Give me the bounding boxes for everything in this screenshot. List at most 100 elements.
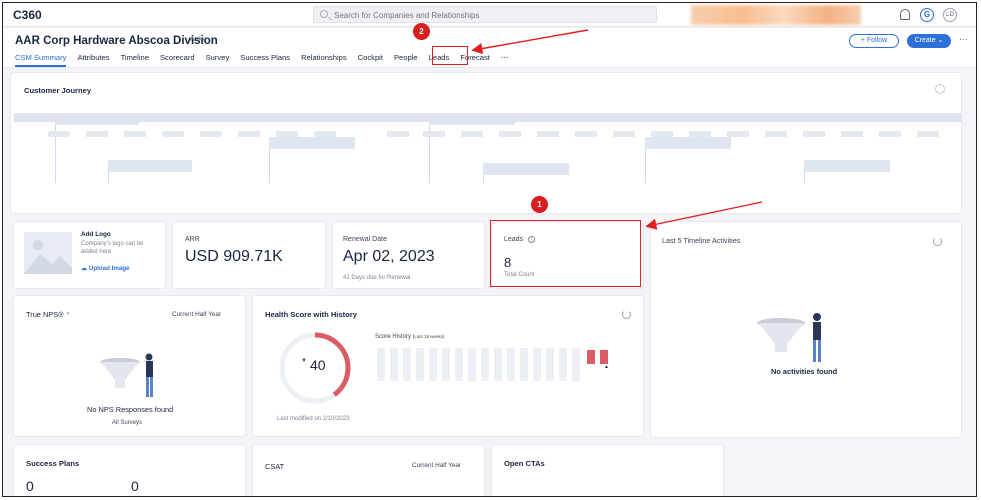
tab-relationships[interactable]: Relationships [301,53,347,67]
history-bar[interactable] [390,348,398,381]
create-label: Create [914,37,936,44]
annotation-box-leads-card [490,220,641,287]
chevron-down-icon[interactable]: ⌄ [65,308,71,316]
journey-tick [461,131,483,137]
journey-event-bar[interactable] [108,160,192,172]
history-bar-current[interactable] [587,350,595,364]
timeline-activities-card: Last 5 Timeline Activities No activities… [651,222,961,437]
history-bar[interactable] [494,348,502,381]
image-placeholder-icon [24,232,72,274]
journey-tick [841,131,863,137]
open-ctas-title: Open CTAs [504,459,545,468]
journey-tick [613,131,635,137]
history-bar[interactable] [403,348,411,381]
score-history-label: Score History (Last 18 weeks) [375,334,444,340]
history-bar[interactable] [559,348,567,381]
more-options-icon[interactable]: ··· [959,34,968,44]
renewal-value: Apr 02, 2023 [343,248,435,265]
health-score-value: 40 [310,357,326,373]
tab-people[interactable]: People [394,53,418,67]
success-plans-card: Success Plans 0 0 [14,445,245,496]
success-plans-count-right: 0 [131,478,139,494]
tab-scorecard[interactable]: Scorecard [160,53,195,67]
journey-tick [162,131,184,137]
nps-survey-filter[interactable]: All Surveys [112,420,142,426]
history-bar[interactable] [429,348,437,381]
nps-period[interactable]: Current Half Year [172,311,221,318]
nps-card: True NPS® ⌄ Current Half Year No NPS Res… [14,296,245,436]
open-ctas-card: Open CTAs [492,445,723,496]
journey-tick [200,131,222,137]
journey-event-bar[interactable] [269,137,355,149]
journey-tick [765,131,787,137]
history-bar-current[interactable] [600,350,608,364]
tab-cockpit[interactable]: Cockpit [358,53,383,67]
history-bar[interactable] [520,348,528,381]
renewal-note: 41 Days due for Renewal [343,275,411,281]
journey-tick [727,131,749,137]
journey-tick [276,131,298,137]
create-button[interactable]: Create ⌄ [907,34,951,48]
tab-survey[interactable]: Survey [206,53,230,67]
brand-logo[interactable]: C360 [13,8,42,22]
history-bar[interactable] [481,348,489,381]
history-bar[interactable] [533,348,541,381]
journey-tick [917,131,939,137]
history-bar[interactable] [507,348,515,381]
journey-tick [651,131,673,137]
bell-icon[interactable] [900,9,910,20]
g-avatar[interactable]: G [920,8,934,22]
trend-down-icon: ▼ [301,358,307,364]
refresh-icon[interactable] [933,237,942,246]
success-plans-count-left: 0 [26,478,34,494]
upload-icon: ☁ [81,265,88,272]
redacted-region [691,5,861,25]
journey-tick [575,131,597,137]
score-history-title: Score History [375,334,412,340]
add-logo-title: Add Logo [81,231,111,238]
history-bar[interactable] [416,348,424,381]
refresh-icon[interactable] [622,310,631,319]
tab-success-plans[interactable]: Success Plans [240,53,290,67]
journey-tick [387,131,409,137]
journey-event-bar[interactable] [483,163,569,175]
csat-period[interactable]: Current Half Year [412,462,461,469]
history-bar[interactable] [572,348,580,381]
journey-tick [314,131,336,137]
history-bar[interactable] [442,348,450,381]
page-header: AAR Corp Hardware Abscoa Division Active… [3,28,976,68]
journey-tick [537,131,559,137]
search-input[interactable] [334,9,644,21]
tab-csm-summary[interactable]: CSM Summary [15,53,67,67]
empty-funnel-illustration [100,353,153,397]
global-search[interactable] [313,6,657,23]
history-bar[interactable] [546,348,554,381]
status-badge: Active [190,37,207,43]
tab-timeline[interactable]: Timeline [121,53,149,67]
user-avatar[interactable]: LD [943,8,957,22]
arr-value: USD 909.71K [185,248,283,265]
upload-image-link[interactable]: ☁ Upload Image [81,265,130,272]
gear-icon[interactable] [935,84,945,94]
annotation-box-leads-tab [432,46,468,65]
health-title: Health Score with History [265,310,357,319]
journey-tick [238,131,260,137]
tab-attributes[interactable]: Attributes [77,53,109,67]
journey-event-bar[interactable] [645,137,731,149]
journey-title: Customer Journey [24,86,92,95]
journey-tick [689,131,711,137]
timeline-title: Last 5 Timeline Activities [662,236,741,245]
history-bar[interactable] [377,348,385,381]
history-bar[interactable] [455,348,463,381]
annotation-marker-2: 2 [413,23,430,40]
journey-tick [879,131,901,137]
journey-event-bar[interactable] [804,160,890,172]
tab-more[interactable]: ··· [501,53,509,67]
nps-empty: No NPS Responses found [87,405,174,414]
history-bar[interactable] [468,348,476,381]
journey-tick [499,131,521,137]
follow-button[interactable]: + Follow [849,34,899,48]
logo-card: Add Logo Company's logo can be added her… [14,222,165,288]
nps-title[interactable]: True NPS® [26,310,64,319]
chevron-down-icon: ⌄ [937,37,944,44]
